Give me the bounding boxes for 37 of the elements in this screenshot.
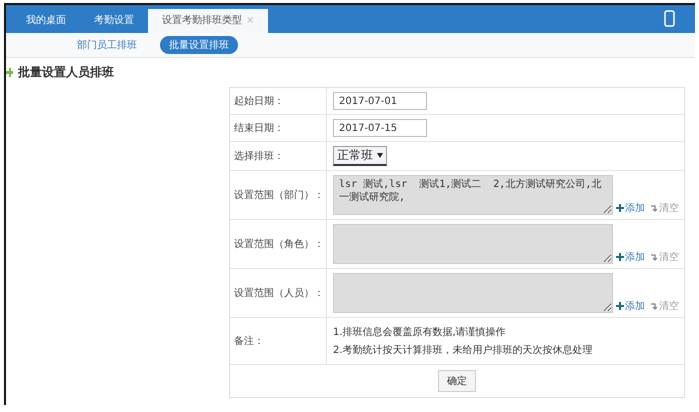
plus-icon — [616, 302, 624, 310]
plus-icon — [616, 204, 624, 212]
confirm-button[interactable]: 确定 — [438, 370, 476, 392]
field-label: 备注： — [230, 318, 327, 364]
add-link[interactable]: 添加 — [616, 250, 645, 264]
field-label: 起始日期： — [230, 88, 327, 114]
page-title: 批量设置人员排班 — [18, 64, 114, 81]
arrow-icon — [650, 253, 658, 261]
tab[interactable]: 我的桌面 — [12, 9, 80, 33]
sub-tab[interactable]: 批量设置排班 — [160, 36, 238, 54]
shift-dropdown[interactable]: 正常班 — [333, 146, 387, 166]
add-link[interactable]: 添加 — [616, 299, 645, 313]
scope-field[interactable] — [333, 224, 613, 264]
phone-icon[interactable] — [664, 10, 675, 27]
date-field[interactable]: 2017-07-01 — [333, 92, 427, 110]
field-label: 选择排班： — [230, 142, 327, 170]
note-text: 1.排班信息会覆盖原有数据,请谨慎操作 — [333, 326, 507, 339]
plus-icon — [616, 253, 624, 261]
caret-icon — [377, 153, 383, 158]
scope-field[interactable]: lsr 测试,lsr 测试1,测试二 2,北方测试研究公司,北一测试研究院, — [333, 175, 613, 215]
tab[interactable]: 设置考勤排班类型 × — [148, 9, 268, 33]
field-label: 设置范围（人员）： — [230, 269, 327, 317]
date-field[interactable]: 2017-07-15 — [333, 119, 427, 137]
sub-tab[interactable]: 部门员工排班 — [68, 36, 146, 54]
add-link[interactable]: 添加 — [616, 201, 645, 215]
field-label: 设置范围（部门）： — [230, 171, 327, 219]
arrow-icon — [650, 204, 658, 212]
field-label: 结束日期： — [230, 115, 327, 141]
plus-icon — [6, 68, 13, 77]
note-text: 2.考勤统计按天计算排班，未给用户排班的天次按休息处理 — [333, 344, 593, 357]
scope-field[interactable] — [333, 273, 613, 313]
clear-link[interactable]: 清空 — [650, 299, 679, 313]
clear-link[interactable]: 清空 — [650, 250, 679, 264]
field-label: 设置范围（角色）： — [230, 220, 327, 268]
arrow-icon — [650, 302, 658, 310]
tab[interactable]: 考勤设置 — [80, 9, 148, 33]
clear-link[interactable]: 清空 — [650, 201, 679, 215]
